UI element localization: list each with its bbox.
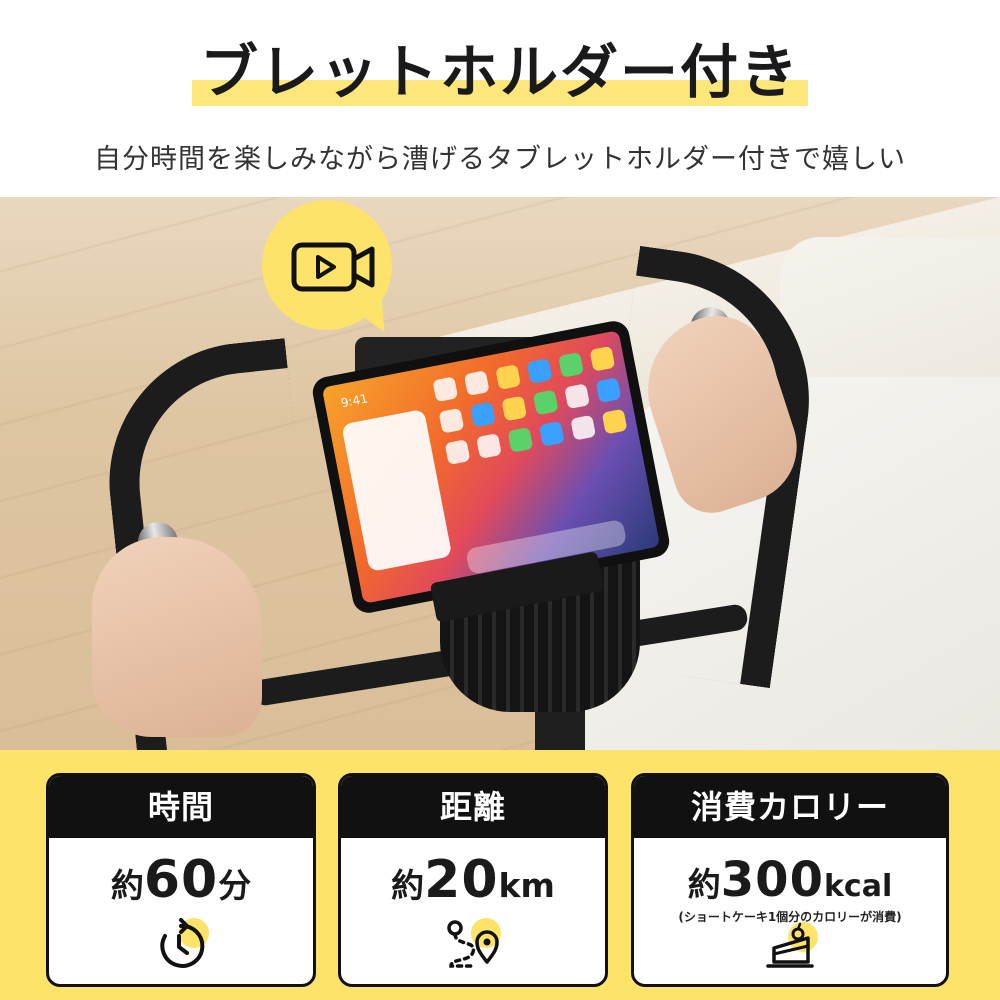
app-icon [595, 377, 622, 404]
stat-card-calories: 消費カロリー 約300kcal (ショートケーキ1個分のカロリーが消費) [631, 773, 949, 987]
header: ブレットホルダー付き 自分時間を楽しみながら漕げるタブレットホルダー付きで嬉しい [0, 0, 1000, 197]
page-title: ブレットホルダー付き [191, 34, 808, 110]
stat-card-distance: 距離 約20km [338, 773, 608, 987]
cake-icon-graphic [766, 922, 814, 968]
stat-number: 60 [143, 850, 219, 910]
app-icon [564, 383, 590, 410]
tablet-screen: 9:41 [321, 330, 661, 604]
app-icon [501, 395, 528, 422]
hand-left [92, 537, 262, 737]
stat-label: 距離 [341, 776, 605, 838]
stat-prefix: 約 [391, 866, 425, 905]
app-icon [570, 414, 597, 441]
stat-prefix: 約 [110, 866, 144, 905]
stat-value: 約300kcal [634, 850, 946, 910]
stat-value: 約20km [341, 850, 605, 910]
stat-prefix: 約 [687, 865, 721, 904]
app-icon [601, 408, 628, 435]
app-icon [444, 439, 471, 466]
tablet-widget [341, 408, 453, 573]
stat-unit: km [498, 866, 555, 905]
page-subtitle: 自分時間を楽しみながら漕げるタブレットホルダー付きで嬉しい [94, 144, 906, 175]
title-wrap: ブレットホルダー付き [0, 34, 1000, 110]
app-icon [495, 364, 522, 390]
stat-unit: kcal [823, 869, 893, 904]
app-icon [589, 345, 616, 372]
stat-number: 300 [720, 852, 824, 908]
route-pin-icon-graphic [447, 920, 499, 968]
stat-value: 約60分 [49, 850, 313, 910]
stat-number: 20 [424, 850, 499, 910]
app-icon [476, 433, 502, 459]
app-icon [538, 420, 565, 447]
app-icon [463, 370, 490, 397]
app-icon [438, 407, 465, 434]
app-icon [432, 376, 459, 403]
cake-icon [760, 922, 820, 974]
tablet-time: 9:41 [339, 391, 369, 411]
video-play-icon [291, 242, 375, 292]
app-icon [526, 358, 553, 384]
timer-icon [151, 918, 211, 970]
stat-card-time: 時間 約60分 [46, 773, 316, 987]
stat-unit: 分 [218, 866, 252, 905]
title-text: ブレットホルダー付き [199, 38, 800, 106]
app-icon [558, 351, 584, 378]
app-icon [532, 389, 559, 416]
tablet-app-grid [432, 345, 628, 466]
product-photo: 9:41 [0, 197, 1000, 750]
app-icon [469, 401, 496, 428]
route-pin-icon [443, 918, 503, 970]
timer-icon-graphic [160, 918, 205, 968]
app-icon [507, 427, 534, 453]
stat-label: 消費カロリー [634, 776, 946, 838]
stat-label: 時間 [49, 776, 313, 838]
